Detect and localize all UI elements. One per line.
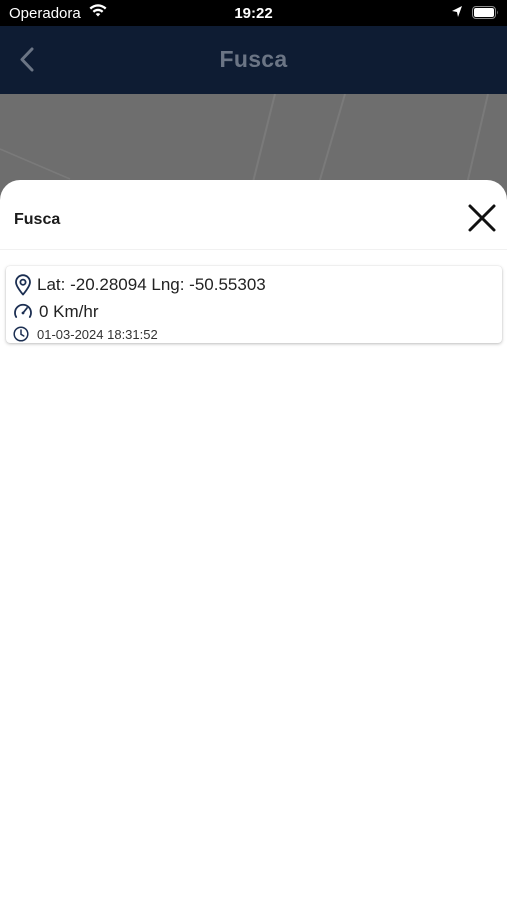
speedometer-icon xyxy=(13,302,33,325)
location-pin-icon xyxy=(14,274,32,301)
navigation-bar: Fusca xyxy=(0,26,507,94)
location-arrow-icon xyxy=(451,5,463,23)
clock-label: 19:22 xyxy=(234,5,273,22)
vehicle-info-card[interactable]: Lat: -20.28094 Lng: -50.55303 0 Km/hr 01… xyxy=(6,266,502,343)
close-icon[interactable] xyxy=(466,202,498,234)
status-bar: Operadora 19:22 xyxy=(0,0,507,26)
timestamp-text: 01-03-2024 18:31:52 xyxy=(37,327,158,342)
battery-icon xyxy=(472,6,499,23)
coordinates-text: Lat: -20.28094 Lng: -50.55303 xyxy=(37,275,266,294)
sheet-header: Fusca xyxy=(0,180,507,250)
page-title: Fusca xyxy=(219,46,288,72)
speed-text: 0 Km/hr xyxy=(39,302,99,321)
clock-icon xyxy=(13,326,29,347)
sheet-title: Fusca xyxy=(14,211,61,228)
vehicle-detail-sheet: Fusca Lat: -20.28094 Lng: -50.55303 0 Km… xyxy=(0,180,507,900)
